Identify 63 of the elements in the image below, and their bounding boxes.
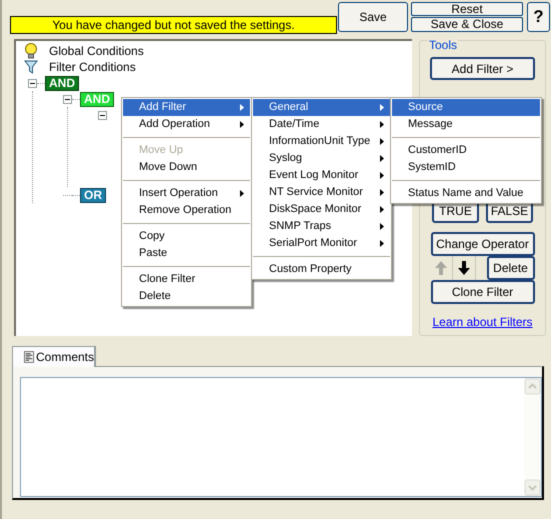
- submenu-arrow-icon: [380, 104, 384, 111]
- submenu-arrow-icon: [380, 138, 384, 145]
- menu-item[interactable]: SerialPort Monitor: [253, 235, 390, 252]
- scroll-down-icon[interactable]: [524, 479, 541, 496]
- tools-title: Tools: [428, 39, 458, 51]
- menu-item[interactable]: General: [253, 99, 390, 116]
- collapse-icon[interactable]: [63, 94, 72, 104]
- scrollbar[interactable]: [524, 378, 541, 496]
- menu-item[interactable]: Date/Time: [253, 116, 390, 133]
- menu-item[interactable]: Clone Filter: [123, 271, 250, 288]
- add-filter-button[interactable]: Add Filter >: [430, 57, 535, 80]
- submenu-arrow-icon: [380, 240, 384, 247]
- submenu-arrow-icon: [380, 189, 384, 196]
- submenu-arrow-icon: [380, 172, 384, 179]
- operator-node[interactable]: AND: [45, 76, 79, 90]
- menu-item[interactable]: Source: [392, 99, 540, 116]
- learn-about-filters-link[interactable]: Learn about Filters: [432, 313, 533, 331]
- submenu-arrow-icon: [380, 121, 384, 128]
- funnel-icon: [24, 60, 38, 74]
- tree-item-label[interactable]: Filter Conditions: [49, 60, 136, 74]
- menu-item[interactable]: NT Service Monitor: [253, 184, 390, 201]
- scroll-up-icon[interactable]: [524, 378, 541, 395]
- menu-item[interactable]: Insert Operation: [123, 185, 250, 202]
- menu-item[interactable]: Add Filter: [123, 99, 250, 116]
- menu-item[interactable]: DiskSpace Monitor: [253, 201, 390, 218]
- menu-item[interactable]: Event Log Monitor: [253, 167, 390, 184]
- menu-item[interactable]: Message: [392, 116, 540, 133]
- up-arrow-icon: [433, 259, 449, 277]
- submenu-arrow-icon: [240, 121, 244, 128]
- clone-filter-button[interactable]: Clone Filter: [430, 280, 534, 304]
- down-arrow-icon: [456, 259, 472, 277]
- menu-item[interactable]: Custom Property: [253, 261, 390, 278]
- submenu-arrow-icon: [380, 155, 384, 162]
- save-close-button[interactable]: Save & Close: [411, 17, 523, 32]
- menu-item[interactable]: Status Name and Value: [392, 185, 540, 202]
- submenu-arrow-icon: [240, 104, 244, 111]
- menu-item[interactable]: Add Operation: [123, 116, 250, 133]
- tree-item-label[interactable]: Global Conditions: [49, 44, 144, 58]
- menu-item[interactable]: Syslog: [253, 150, 390, 167]
- menu-item[interactable]: SystemID: [392, 159, 540, 176]
- delete-button[interactable]: Delete: [486, 256, 534, 280]
- save-button[interactable]: Save: [338, 2, 408, 32]
- submenu-arrow-icon: [240, 190, 244, 197]
- menu-item[interactable]: Copy: [123, 228, 250, 245]
- submenu-arrow-icon: [380, 206, 384, 213]
- submenu-arrow-icon: [380, 223, 384, 230]
- collapse-icon[interactable]: [28, 78, 37, 88]
- operator-node[interactable]: OR: [80, 188, 106, 202]
- menu-item[interactable]: Delete: [123, 288, 250, 305]
- comments-tab[interactable]: Comments: [12, 346, 96, 367]
- collapse-icon[interactable]: [98, 110, 107, 120]
- document-icon: [24, 350, 34, 364]
- menu-item[interactable]: Move Down: [123, 159, 250, 176]
- menu-item[interactable]: Paste: [123, 245, 250, 262]
- lightbulb-icon: [24, 43, 38, 59]
- menu-item[interactable]: CustomerID: [392, 142, 540, 159]
- menu-item[interactable]: InformationUnit Type: [253, 133, 390, 150]
- menu-item[interactable]: SNMP Traps: [253, 218, 390, 235]
- help-button[interactable]: ?: [527, 2, 550, 32]
- reset-button[interactable]: Reset: [411, 2, 523, 16]
- menu-item[interactable]: Remove Operation: [123, 202, 250, 219]
- change-operator-button[interactable]: Change Operator: [430, 232, 534, 256]
- unsaved-notice: You have changed but not saved the settings.: [10, 16, 337, 34]
